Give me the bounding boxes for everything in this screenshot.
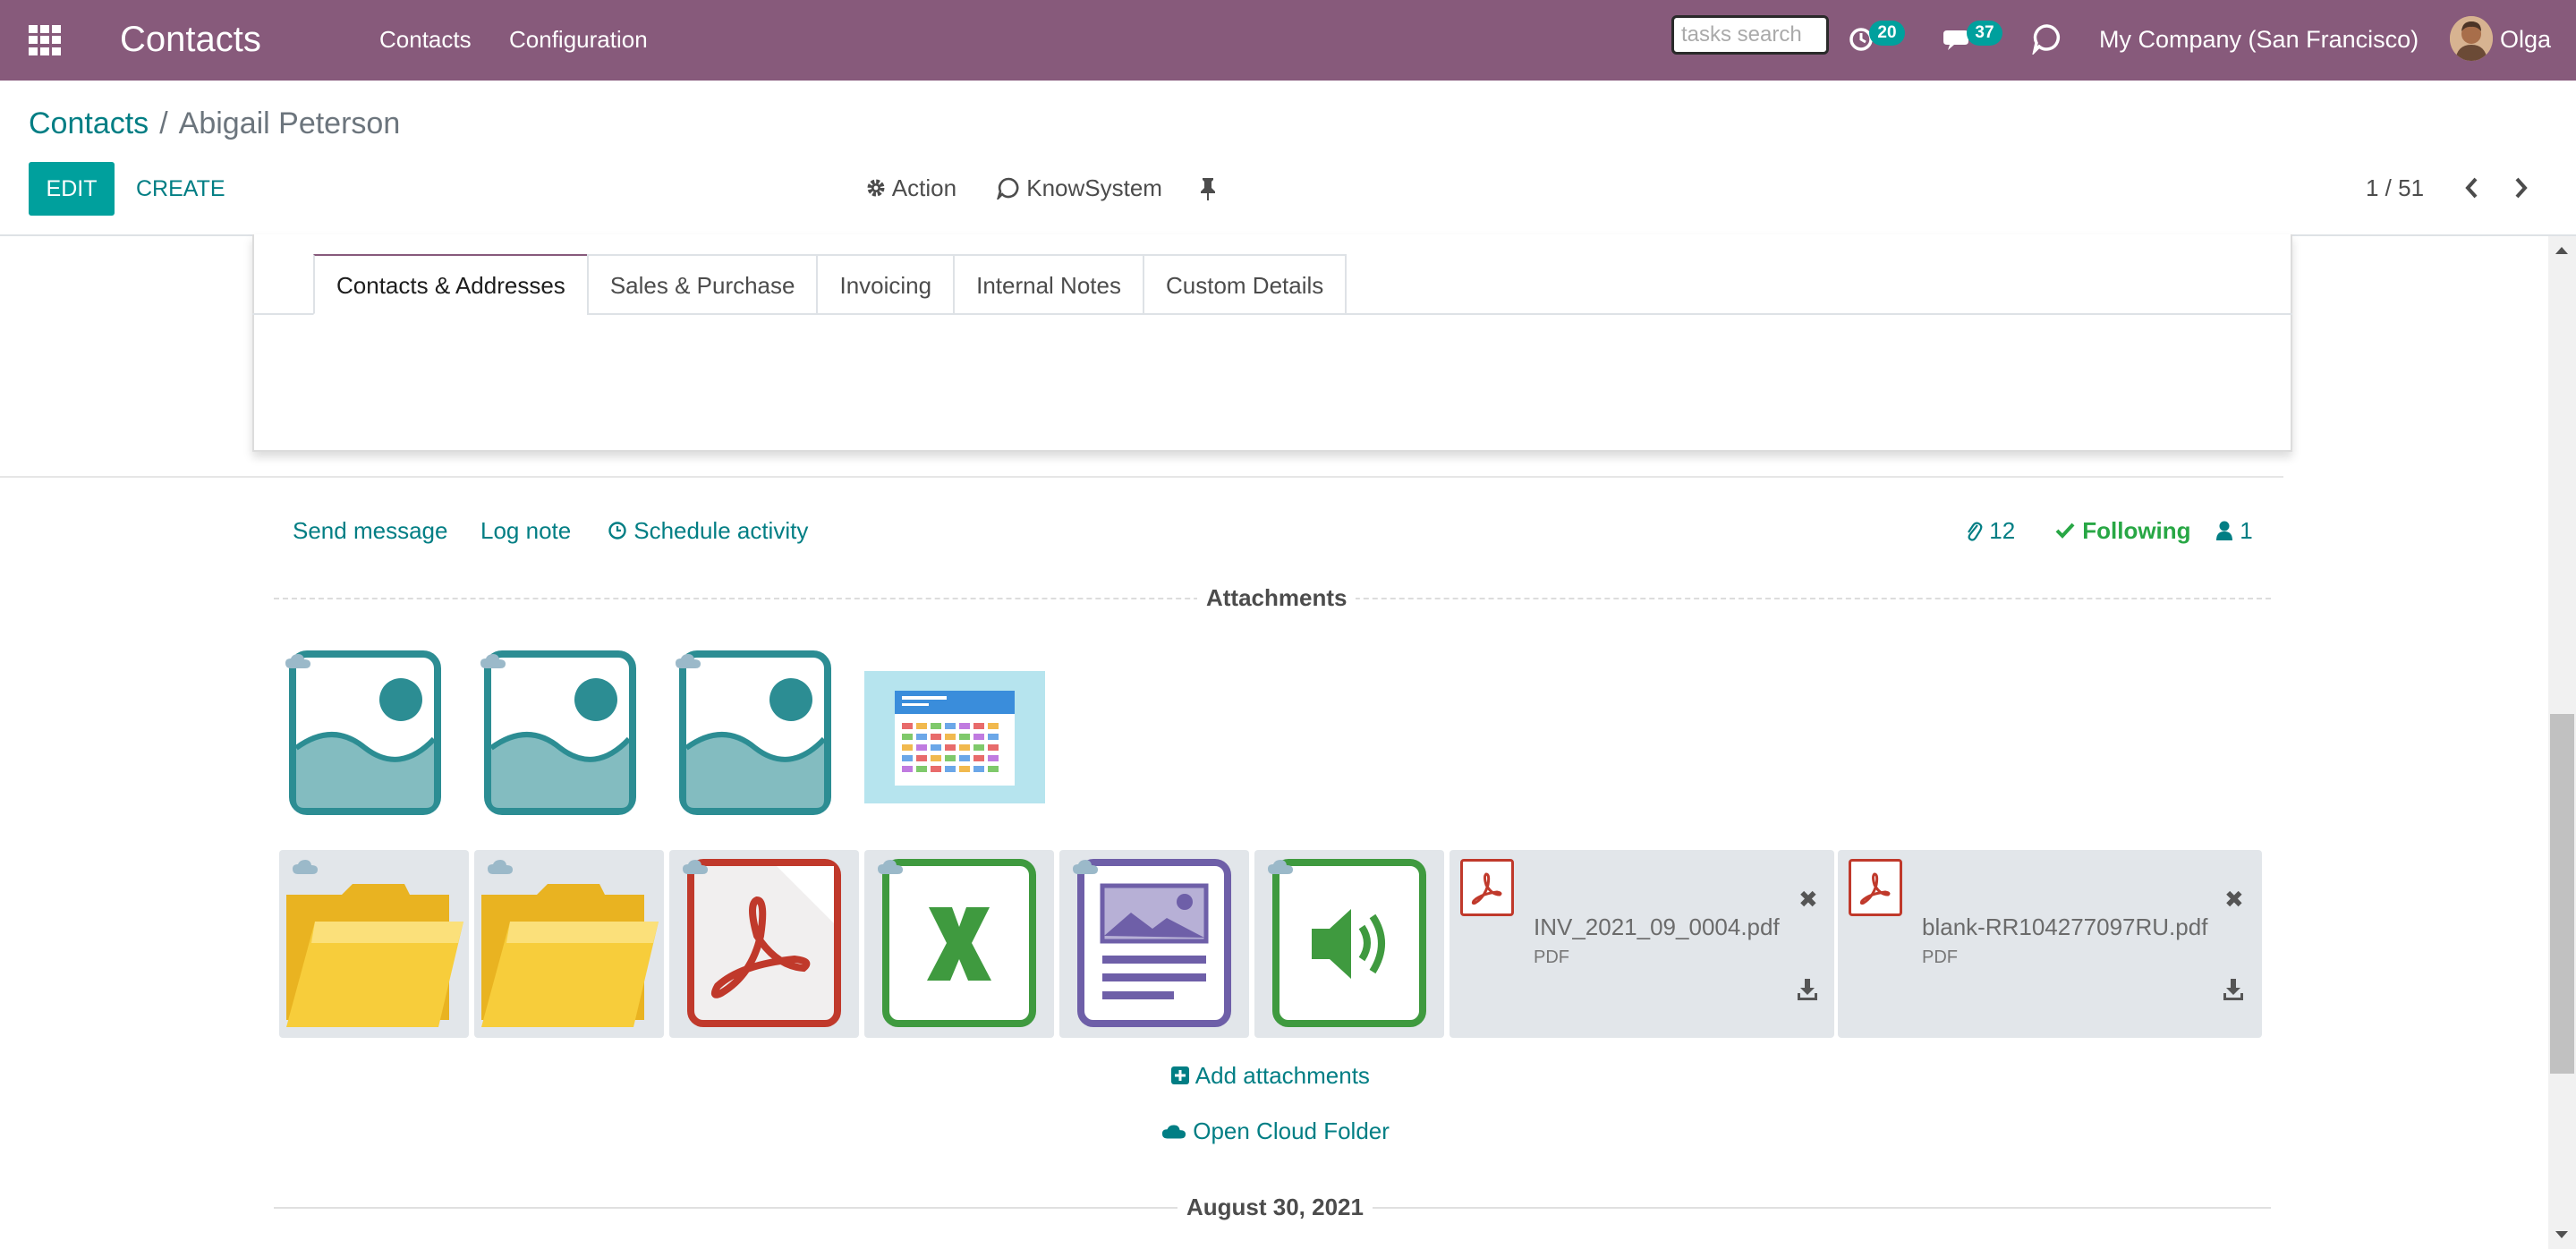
image-placeholder-icon[interactable] — [678, 650, 832, 816]
scroll-down-icon[interactable] — [2554, 1229, 2570, 1240]
calendar-thumbnail[interactable] — [864, 671, 1045, 803]
pdf-file-icon — [1460, 859, 1514, 916]
scroll-up-icon[interactable] — [2554, 245, 2570, 256]
tab-sales-purchase[interactable]: Sales & Purchase — [586, 254, 817, 315]
user-icon — [2216, 521, 2232, 540]
check-icon — [2055, 523, 2075, 539]
menu-configuration[interactable]: Configuration — [509, 23, 648, 55]
delete-attachment-icon[interactable]: ✖ — [1798, 886, 1818, 913]
schedule-activity-button[interactable]: Schedule activity — [608, 514, 808, 547]
file-type: PDF — [1534, 947, 1569, 967]
breadcrumb-contacts-link[interactable]: Contacts — [29, 106, 149, 140]
cloud-icon — [285, 654, 310, 668]
gear-icon — [867, 179, 885, 197]
attachment-count-button[interactable]: 12 — [1965, 514, 2015, 547]
cloud-icon — [488, 860, 513, 874]
audio-icon — [1272, 859, 1426, 1027]
file-attachment-card[interactable]: INV_2021_09_0004.pdf PDF ✖ — [1450, 850, 1834, 1038]
image-placeholder-icon[interactable] — [483, 650, 637, 816]
action-dropdown[interactable]: Action — [865, 172, 956, 204]
following-label: Following — [2082, 517, 2191, 544]
tab-invoicing[interactable]: Invoicing — [816, 254, 954, 315]
file-attachment-card[interactable]: blank-RR104277097RU.pdf PDF ✖ — [1838, 850, 2262, 1038]
cloud-icon — [676, 654, 701, 668]
file-name: INV_2021_09_0004.pdf — [1534, 913, 1780, 940]
following-button[interactable]: Following — [2054, 514, 2191, 547]
pin-icon[interactable] — [1199, 176, 1217, 201]
add-attachments-label: Add attachments — [1194, 1062, 1370, 1089]
followers-button[interactable]: 1 — [2215, 514, 2253, 547]
pdf-attachment[interactable] — [669, 850, 859, 1038]
open-cloud-folder-button[interactable]: Open Cloud Folder — [1161, 1115, 1390, 1147]
breadcrumb: Contacts / Abigail Peterson — [29, 102, 400, 145]
folder-icon — [286, 884, 463, 1027]
attachment-count: 12 — [1989, 517, 2016, 544]
cloud-icon — [1073, 860, 1098, 874]
download-icon[interactable] — [2223, 977, 2244, 1002]
breadcrumb-separator: / — [159, 106, 168, 140]
download-icon[interactable] — [1797, 977, 1818, 1002]
app-title[interactable]: Contacts — [120, 16, 261, 63]
tab-internal-notes[interactable]: Internal Notes — [953, 254, 1143, 315]
delete-attachment-icon[interactable]: ✖ — [2224, 886, 2244, 913]
date-separator: August 30, 2021 — [1177, 1191, 1373, 1223]
company-switcher[interactable]: My Company (San Francisco) — [2099, 23, 2419, 55]
pdf-icon — [687, 859, 841, 1027]
image-placeholder-icon[interactable] — [288, 650, 442, 816]
send-message-button[interactable]: Send message — [293, 514, 447, 547]
paperclip-icon — [1968, 522, 1983, 541]
pdf-file-icon — [1849, 859, 1902, 916]
log-note-button[interactable]: Log note — [480, 514, 571, 547]
spreadsheet-attachment[interactable] — [864, 850, 1054, 1038]
document-attachment[interactable] — [1059, 850, 1249, 1038]
page-scrollbar-thumb[interactable] — [2550, 714, 2574, 1074]
folder-attachment[interactable] — [474, 850, 664, 1038]
plus-square-icon — [1171, 1066, 1189, 1084]
cloud-icon — [1161, 1125, 1186, 1139]
folder-attachment[interactable] — [279, 850, 469, 1038]
attachments-title: Attachments — [1197, 582, 1356, 614]
knowsystem-button[interactable]: KnowSystem — [996, 172, 1162, 204]
user-avatar[interactable] — [2450, 16, 2493, 61]
pager-value[interactable]: 1 / 51 — [2366, 172, 2424, 204]
menu-contacts[interactable]: Contacts — [379, 23, 472, 55]
create-button[interactable]: CREATE — [136, 162, 225, 216]
file-name: blank-RR104277097RU.pdf — [1922, 913, 2208, 940]
add-attachments-button[interactable]: Add attachments — [1170, 1059, 1370, 1092]
clock-icon — [608, 522, 626, 540]
spreadsheet-icon — [882, 859, 1036, 1027]
edit-button[interactable]: EDIT — [29, 162, 115, 216]
cloud-icon — [878, 860, 903, 874]
knowsystem-bubble-icon — [996, 177, 1019, 202]
tab-contacts-addresses[interactable]: Contacts & Addresses — [313, 254, 587, 315]
document-image-icon — [1077, 859, 1231, 1027]
open-cloud-folder-label: Open Cloud Folder — [1193, 1117, 1390, 1144]
file-type: PDF — [1922, 947, 1958, 967]
activity-count-badge: 20 — [1869, 21, 1905, 46]
audio-attachment[interactable] — [1254, 850, 1444, 1038]
app-menu-icon[interactable] — [29, 25, 61, 55]
cloud-icon — [1268, 860, 1293, 874]
breadcrumb-current: Abigail Peterson — [178, 106, 401, 140]
action-label: Action — [891, 174, 957, 201]
pager-next-icon[interactable] — [2512, 175, 2530, 200]
tab-custom-details[interactable]: Custom Details — [1142, 254, 1348, 315]
top-navbar: Contacts Contacts Configuration tasks se… — [0, 0, 2576, 81]
schedule-activity-label: Schedule activity — [633, 517, 809, 544]
messages-count-badge: 37 — [1967, 21, 2002, 46]
sheet-chatter-separator — [0, 476, 2283, 478]
notebook-tabs: Contacts & Addresses Sales & Purchase In… — [313, 254, 1348, 315]
cloud-icon — [480, 654, 506, 668]
cloud-icon — [293, 860, 318, 874]
tasks-search-input[interactable]: tasks search — [1671, 15, 1829, 55]
knowsystem-icon[interactable] — [2032, 22, 2062, 55]
cloud-icon — [683, 860, 708, 874]
pager-previous-icon[interactable] — [2462, 175, 2480, 200]
follower-count: 1 — [2240, 517, 2253, 544]
knowsystem-label: KnowSystem — [1026, 174, 1162, 201]
user-name[interactable]: Olga — [2500, 23, 2551, 55]
folder-icon — [481, 884, 659, 1027]
